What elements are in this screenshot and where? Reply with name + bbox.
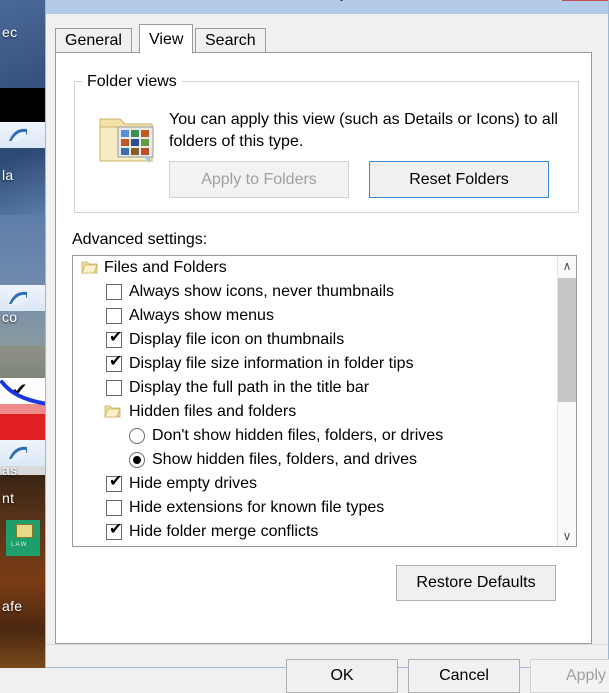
explorer-icon (9, 128, 27, 142)
checkbox[interactable] (106, 500, 122, 516)
list-item-label: Files and Folders (104, 259, 227, 276)
taskbar-explorer-item-1[interactable] (0, 122, 45, 148)
radio-button-selected[interactable] (129, 452, 145, 468)
scroll-down-icon[interactable]: ∨ (558, 526, 576, 546)
advanced-settings-label: Advanced settings: (72, 231, 208, 248)
ok-button[interactable]: OK (286, 659, 398, 693)
explorer-icon (9, 446, 27, 460)
folder-options-dialog: Folder Options General View Search Folde… (45, 0, 609, 693)
taskbar-explorer-item-3[interactable] (0, 440, 45, 466)
tab-page-view: Folder views You can apply this view (su… (55, 52, 592, 644)
list-item[interactable]: Hide extensions for known file types (73, 496, 557, 520)
checkbox[interactable] (106, 284, 122, 300)
list-item-label: Hide folder merge conflicts (129, 523, 319, 540)
list-item[interactable]: ✔ Hide protected operating system files … (73, 544, 557, 547)
reset-folders-button[interactable]: Reset Folders (369, 161, 549, 198)
list-item[interactable]: Always show icons, never thumbnails (73, 280, 557, 304)
list-item-label: Display file size information in folder … (129, 355, 414, 372)
checkbox-checked[interactable]: ✔ (106, 522, 122, 540)
checkbox[interactable] (106, 380, 122, 396)
list-item[interactable]: Hidden files and folders (73, 400, 557, 424)
taskbar-explorer-item-2[interactable] (0, 285, 45, 311)
taskbar-green-item[interactable]: L A W (6, 520, 40, 556)
list-item-label: Hide empty drives (129, 475, 258, 492)
list-item-label: Display file icon on thumbnails (129, 331, 345, 348)
taskbar-red-item[interactable] (0, 414, 45, 440)
scrollbar-thumb[interactable] (558, 278, 576, 402)
list-item-label: Don't show hidden files, folders, or dri… (152, 427, 444, 444)
checkbox-checked[interactable]: ✔ (106, 330, 122, 348)
advanced-settings-rows: Files and Folders Always show icons, nev… (73, 256, 557, 547)
list-scrollbar[interactable]: ∧ ∨ (557, 256, 576, 546)
dialog-titlebar[interactable]: Folder Options (46, 0, 608, 14)
checkbox[interactable] (106, 308, 122, 324)
list-item[interactable]: ✔ Display file icon on thumbnails (73, 328, 557, 352)
taskbar-red-item-highlight (0, 404, 45, 414)
folder-thumbnails-icon (99, 118, 154, 163)
restore-defaults-button[interactable]: Restore Defaults (396, 565, 556, 601)
list-item-label: Hide protected operating system files (R… (129, 544, 516, 546)
list-item[interactable]: Files and Folders (73, 256, 557, 280)
tab-search[interactable]: Search (195, 28, 266, 53)
folder-icon (104, 405, 121, 418)
footer-separator (46, 644, 608, 645)
list-item[interactable]: ✔ Hide empty drives (73, 472, 557, 496)
list-item[interactable]: ✔ Hide folder merge conflicts (73, 520, 557, 544)
apply-to-folders-button[interactable]: Apply to Folders (169, 161, 349, 198)
list-item[interactable]: Don't show hidden files, folders, or dri… (73, 424, 557, 448)
taskbar-checkmark-item[interactable]: ✔ (0, 378, 45, 404)
desktop-text-2: la (2, 167, 14, 183)
taskbar-dark-band (0, 88, 45, 122)
folder-views-description: You can apply this view (such as Details… (169, 111, 558, 150)
explorer-icon (9, 291, 27, 305)
advanced-settings-list[interactable]: Files and Folders Always show icons, nev… (72, 255, 577, 547)
tab-view[interactable]: View (139, 24, 194, 54)
apply-button[interactable]: Apply (530, 659, 609, 693)
scroll-up-icon[interactable]: ∧ (558, 256, 576, 276)
desktop-background-strip: ec la co as nt afe ✔ L A W (0, 0, 45, 668)
briefcase-icon (16, 524, 33, 538)
checkbox-checked[interactable]: ✔ (106, 474, 122, 492)
desktop-text-5: nt (2, 490, 15, 506)
close-button[interactable] (562, 0, 608, 1)
desktop-text-3: co (2, 309, 18, 325)
dialog-client-area: General View Search Folder views You can… (46, 14, 609, 693)
tab-general[interactable]: General (55, 28, 132, 53)
wallpaper-segment-2 (0, 215, 45, 345)
list-item[interactable]: Show hidden files, folders, and drives (73, 448, 557, 472)
desktop-text-6: afe (2, 598, 23, 614)
folder-icon (81, 261, 98, 274)
list-item[interactable]: Display the full path in the title bar (73, 376, 557, 400)
list-item-label: Show hidden files, folders, and drives (152, 451, 418, 468)
checkmark-icon: ✔ (11, 380, 28, 402)
list-item-label: Always show icons, never thumbnails (129, 283, 395, 300)
list-item-label: Display the full path in the title bar (129, 379, 370, 396)
list-item[interactable]: ✔ Display file size information in folde… (73, 352, 557, 376)
checkbox-checked[interactable]: ✔ (106, 354, 122, 372)
cancel-button[interactable]: Cancel (408, 659, 520, 693)
list-item-label: Hidden files and folders (129, 403, 297, 420)
desktop-text-1: ec (2, 24, 18, 40)
green-item-caption: L A W (11, 542, 27, 548)
list-item-label: Hide extensions for known file types (129, 499, 385, 516)
folder-views-legend: Folder views (82, 73, 182, 91)
list-item-label: Always show menus (129, 307, 274, 324)
dialog-title: Folder Options (46, 0, 608, 3)
list-item[interactable]: Always show menus (73, 304, 557, 328)
radio-button[interactable] (129, 428, 145, 444)
